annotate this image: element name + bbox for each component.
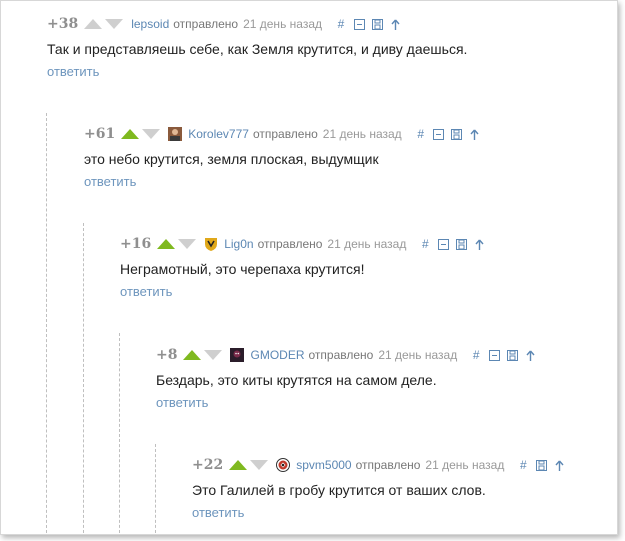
- parent-arrow-icon[interactable]: [552, 458, 566, 472]
- downvote-icon[interactable]: [178, 239, 197, 249]
- parent-arrow-icon[interactable]: [388, 17, 402, 31]
- comment: +16 Lig0n отправлено 21 день назад # Нег…: [120, 235, 617, 301]
- comment-text: Это Галилей в гробу крутится от ваших сл…: [192, 482, 486, 498]
- save-icon[interactable]: [454, 237, 468, 251]
- parent-arrow-icon[interactable]: [468, 127, 482, 141]
- hash-icon[interactable]: #: [418, 237, 432, 251]
- sent-label: отправлено: [173, 17, 239, 31]
- save-icon[interactable]: [450, 127, 464, 141]
- upvote-icon[interactable]: [84, 19, 103, 29]
- downvote-icon[interactable]: [204, 350, 223, 360]
- username-link[interactable]: lepsoid: [131, 17, 169, 31]
- comment-rating: +22: [192, 457, 224, 473]
- thread-line: [83, 223, 84, 534]
- collapse-icon[interactable]: [432, 127, 446, 141]
- comment-header: +61 Korolev777 отправлено 21 день назад …: [84, 125, 617, 143]
- upvote-icon[interactable]: [157, 239, 176, 249]
- save-icon[interactable]: [505, 348, 519, 362]
- timestamp[interactable]: 21 день назад: [425, 458, 504, 472]
- reply-link[interactable]: ответить: [47, 64, 99, 79]
- parent-arrow-icon[interactable]: [523, 348, 537, 362]
- comment-rating: +16: [120, 236, 152, 252]
- parent-arrow-icon[interactable]: [472, 237, 486, 251]
- comment: +8 GMODER отправлено 21 день назад # Без…: [156, 346, 617, 412]
- reply-link[interactable]: ответить: [192, 505, 244, 520]
- reply-link[interactable]: ответить: [84, 174, 136, 189]
- downvote-icon[interactable]: [250, 460, 269, 470]
- save-icon[interactable]: [370, 17, 384, 31]
- collapse-icon[interactable]: [436, 237, 450, 251]
- upvote-icon[interactable]: [121, 129, 140, 139]
- comment-thread: +38 lepsoid отправлено 21 день назад # Т…: [0, 0, 618, 535]
- shield-avatar-icon[interactable]: [204, 237, 218, 251]
- comment-header: +22 spvm5000 отправлено 21 день назад #: [192, 456, 617, 474]
- person-avatar-icon[interactable]: [168, 127, 183, 141]
- sent-label: отправлено: [252, 127, 318, 141]
- thread-line: [119, 333, 120, 534]
- reply-link[interactable]: ответить: [156, 395, 208, 410]
- downvote-icon[interactable]: [105, 19, 124, 29]
- comment: +22 spvm5000 отправлено 21 день назад # …: [192, 456, 617, 522]
- hash-icon[interactable]: #: [516, 458, 530, 472]
- comment-text: Бездарь, это киты крутятся на самом деле…: [156, 372, 437, 388]
- hash-icon[interactable]: #: [334, 17, 348, 31]
- username-link[interactable]: spvm5000: [296, 458, 351, 472]
- comment-text: это небо крутится, земля плоская, выдумщ…: [84, 151, 379, 167]
- upvote-icon[interactable]: [229, 460, 248, 470]
- hash-icon[interactable]: #: [414, 127, 428, 141]
- sent-label: отправлено: [355, 458, 421, 472]
- comment-text: Так и представляешь себе, как Земля крут…: [47, 41, 468, 57]
- comment-header: +8 GMODER отправлено 21 день назад #: [156, 346, 617, 364]
- target-avatar-icon[interactable]: [276, 458, 291, 472]
- thread-line: [155, 444, 156, 534]
- downvote-icon[interactable]: [142, 129, 161, 139]
- collapse-icon[interactable]: [352, 17, 366, 31]
- sent-label: отправлено: [308, 348, 374, 362]
- dark-avatar-icon[interactable]: [230, 348, 245, 362]
- save-icon[interactable]: [534, 458, 548, 472]
- comment-rating: +61: [84, 126, 116, 142]
- comment-rating: +8: [156, 347, 178, 363]
- username-link[interactable]: GMODER: [250, 348, 304, 362]
- collapse-icon[interactable]: [487, 348, 501, 362]
- comment-header: +38 lepsoid отправлено 21 день назад #: [47, 15, 617, 33]
- comment-text: Неграмотный, это черепаха крутится!: [120, 261, 365, 277]
- comment: +38 lepsoid отправлено 21 день назад # Т…: [47, 15, 617, 81]
- timestamp[interactable]: 21 день назад: [378, 348, 457, 362]
- timestamp[interactable]: 21 день назад: [323, 127, 402, 141]
- sent-label: отправлено: [257, 237, 323, 251]
- comment-rating: +38: [47, 16, 79, 32]
- comment-header: +16 Lig0n отправлено 21 день назад #: [120, 235, 617, 253]
- reply-link[interactable]: ответить: [120, 284, 172, 299]
- username-link[interactable]: Lig0n: [224, 237, 253, 251]
- timestamp[interactable]: 21 день назад: [327, 237, 406, 251]
- username-link[interactable]: Korolev777: [188, 127, 249, 141]
- comment: +61 Korolev777 отправлено 21 день назад …: [84, 125, 617, 191]
- hash-icon[interactable]: #: [469, 348, 483, 362]
- upvote-icon[interactable]: [183, 350, 202, 360]
- timestamp[interactable]: 21 день назад: [243, 17, 322, 31]
- thread-line: [46, 113, 47, 534]
